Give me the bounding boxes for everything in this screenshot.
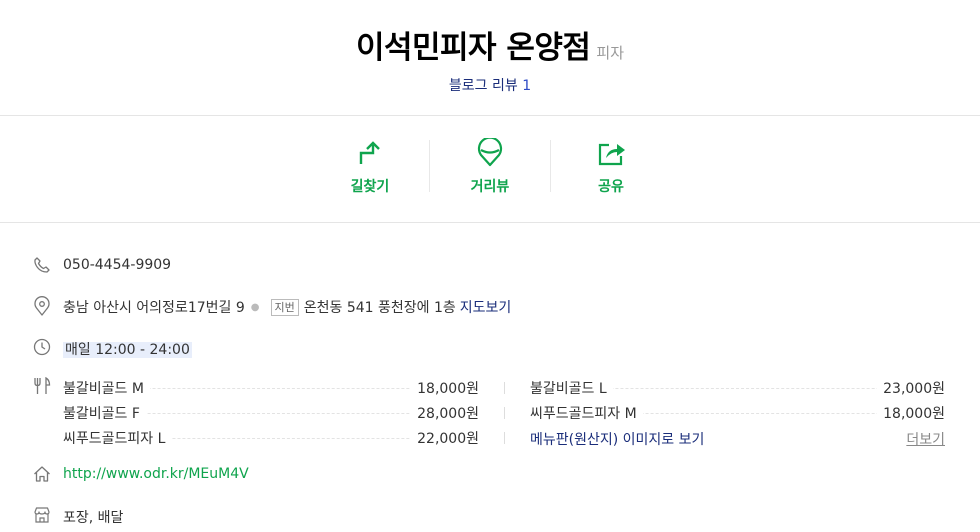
- action-bar: 길찾기 거리뷰 공유: [0, 116, 980, 223]
- place-category: 피자: [596, 44, 625, 62]
- menu-item-name: 불갈비골드 L: [530, 378, 613, 398]
- website-link[interactable]: http://www.odr.kr/MEuM4V: [63, 466, 249, 482]
- address-row: 충남 아산시 어의정로17번길 9 ● 지번 온천동 541 풍천장에 1층 지도보기: [63, 297, 511, 317]
- directions-label: 길찾기: [350, 179, 390, 195]
- menu-divider: [504, 407, 505, 419]
- jibun-badge: 지번: [270, 299, 299, 316]
- location-icon: [34, 296, 50, 316]
- menu-item-price: 18,000원: [877, 403, 945, 423]
- menu-item-name: 씨푸드골드피자 L: [63, 428, 172, 448]
- menu-item-name: 불갈비골드 F: [63, 403, 146, 423]
- phone-number[interactable]: 050-4454-9909: [63, 257, 171, 273]
- phone-icon: [34, 257, 50, 273]
- clock-icon: [33, 338, 51, 356]
- map-view-link[interactable]: 지도보기: [460, 300, 512, 316]
- menu-item: 불갈비골드 M 18,000원: [63, 378, 479, 398]
- menu-item-price: 22,000원: [411, 428, 479, 448]
- menu-item-price: 18,000원: [411, 378, 479, 398]
- blog-review-link[interactable]: 블로그 리뷰 1: [0, 75, 980, 95]
- service-options: 포장, 배달: [63, 510, 124, 526]
- hours-text: 매일 12:00 - 24:00: [63, 342, 192, 358]
- place-header: 이석민피자 온양점 피자 블로그 리뷰 1: [0, 0, 980, 116]
- store-icon: [34, 507, 50, 523]
- home-icon: [34, 466, 50, 482]
- title-row: 이석민피자 온양점 피자: [0, 22, 980, 67]
- street-view-button[interactable]: 거리뷰: [430, 116, 550, 222]
- utensils-icon: [34, 377, 51, 394]
- share-icon: [598, 143, 625, 166]
- menu-item-price: 23,000원: [877, 378, 945, 398]
- more-menu-link[interactable]: 더보기: [906, 429, 945, 449]
- menu-item: 불갈비골드 L 23,000원: [530, 378, 945, 398]
- menu-image-link[interactable]: 메뉴판(원산지) 이미지로 보기: [530, 429, 704, 449]
- menu-item: 씨푸드골드피자 M 18,000원: [530, 403, 945, 423]
- review-count: 1: [522, 78, 532, 94]
- place-title: 이석민피자 온양점: [355, 30, 591, 66]
- menu-divider: [504, 432, 505, 444]
- street-view-icon: [477, 138, 503, 167]
- menu-item: 씨푸드골드피자 L 22,000원: [63, 428, 479, 448]
- share-button[interactable]: 공유: [551, 116, 671, 222]
- review-label: 블로그 리뷰: [448, 78, 518, 94]
- directions-icon: [359, 141, 380, 164]
- menu-item-name: 불갈비골드 M: [63, 378, 150, 398]
- road-address: 충남 아산시 어의정로17번길 9: [63, 300, 245, 316]
- business-hours[interactable]: 매일 12:00 - 24:00: [63, 339, 192, 359]
- separator-dot: ●: [250, 302, 260, 313]
- menu-item-price: 28,000원: [411, 403, 479, 423]
- street-view-label: 거리뷰: [470, 179, 510, 195]
- jibun-address: 온천동 541 풍천장에 1층: [303, 300, 456, 316]
- menu-item: 불갈비골드 F 28,000원: [63, 403, 479, 423]
- share-label: 공유: [598, 179, 624, 195]
- menu-item-name: 씨푸드골드피자 M: [530, 403, 643, 423]
- directions-button[interactable]: 길찾기: [310, 116, 430, 222]
- menu-divider: [504, 382, 505, 394]
